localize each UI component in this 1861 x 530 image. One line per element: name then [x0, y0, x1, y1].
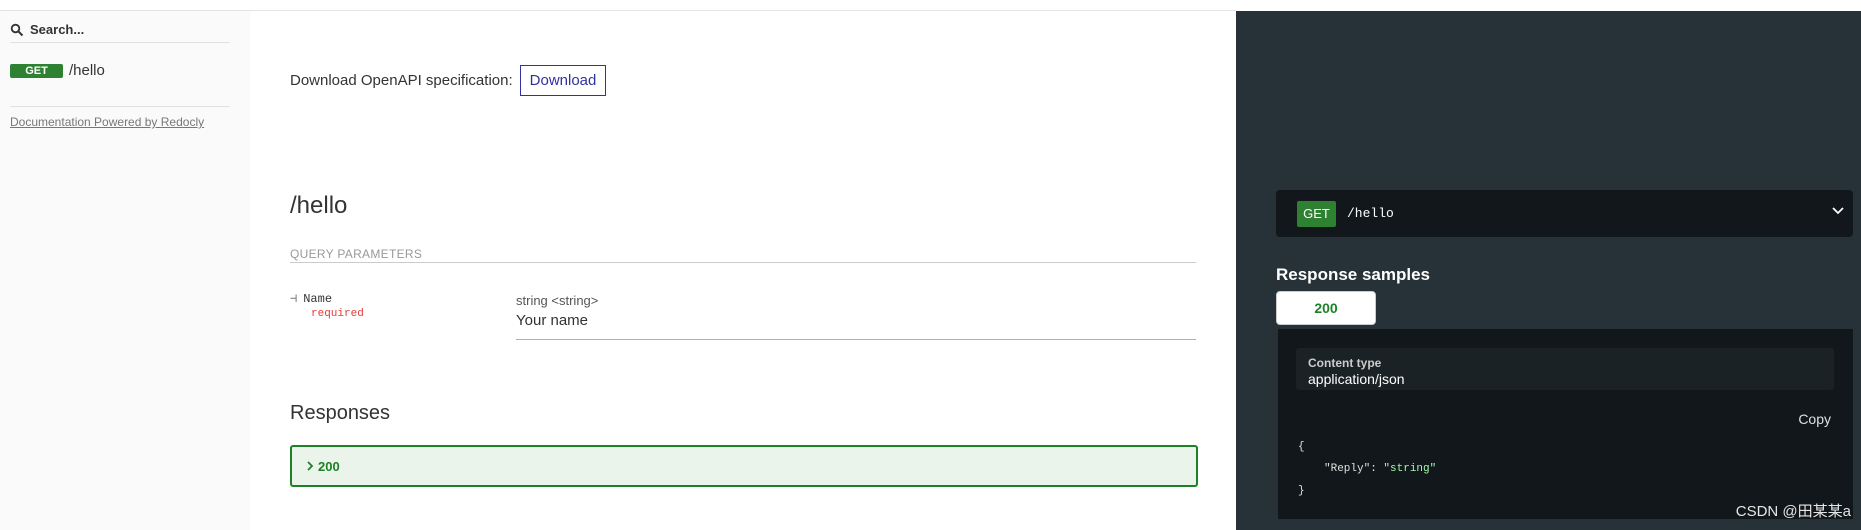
code-line: "Reply": "string"	[1298, 458, 1436, 480]
param-required-label: required	[311, 308, 364, 320]
param-name: Name	[303, 292, 333, 306]
code-key: "Reply"	[1324, 463, 1371, 475]
code-string-value: "string"	[1383, 463, 1437, 475]
code-open-brace: {	[1298, 441, 1305, 453]
query-parameters-header: QUERY PARAMETERS	[290, 247, 1196, 263]
search-icon	[10, 23, 24, 36]
code-close-brace: }	[1298, 485, 1305, 497]
response-sample-panel: Content type application/json Copy { "Re…	[1278, 329, 1853, 519]
search-input[interactable]	[24, 22, 220, 37]
sidebar-item-label: /hello	[69, 62, 105, 79]
chevron-right-icon	[307, 461, 314, 471]
code-sample: { "Reply": "string" }	[1298, 436, 1436, 502]
download-row: Download OpenAPI specification: Download	[290, 65, 607, 96]
param-type: string <string>	[516, 293, 599, 308]
endpoint-bar[interactable]: GET /hello	[1276, 190, 1853, 237]
operation-title: /hello	[290, 192, 348, 219]
download-button[interactable]: Download	[519, 65, 607, 96]
get-method-badge: GET	[1297, 200, 1336, 227]
powered-by-link[interactable]: Documentation Powered by Redocly	[10, 106, 230, 129]
param-details-cell: string <string> Your name	[516, 293, 1196, 340]
get-method-badge: GET	[10, 63, 63, 78]
content-type-value: application/json	[1308, 371, 1405, 387]
content-type-label: Content type	[1308, 356, 1382, 370]
watermark: CSDN @田某某a	[1735, 503, 1851, 520]
sidebar-item-get-hello[interactable]: GET /hello	[10, 62, 105, 79]
param-description: Your name	[516, 312, 588, 329]
param-arrow-icon: ⊣	[290, 292, 298, 306]
endpoint-path: /hello	[1347, 206, 1394, 221]
download-label: Download OpenAPI specification:	[290, 72, 513, 89]
main-content: Download OpenAPI specification: Download…	[250, 11, 1236, 530]
sidebar: GET /hello Documentation Powered by Redo…	[0, 11, 250, 530]
chevron-down-icon	[1832, 207, 1844, 215]
param-name-cell: ⊣ Name required	[290, 291, 364, 320]
response-200-toggle[interactable]: 200	[290, 445, 1198, 487]
copy-button[interactable]: Copy	[1798, 411, 1831, 427]
content-type-box: Content type application/json	[1296, 348, 1834, 390]
responses-title: Responses	[290, 402, 391, 424]
tab-200[interactable]: 200	[1276, 291, 1376, 325]
search-box	[10, 17, 230, 43]
right-panel: GET /hello Response samples 200 Content …	[1236, 11, 1861, 530]
code-colon: :	[1370, 463, 1384, 475]
response-code: 200	[318, 458, 340, 474]
response-samples-title: Response samples	[1276, 265, 1431, 284]
